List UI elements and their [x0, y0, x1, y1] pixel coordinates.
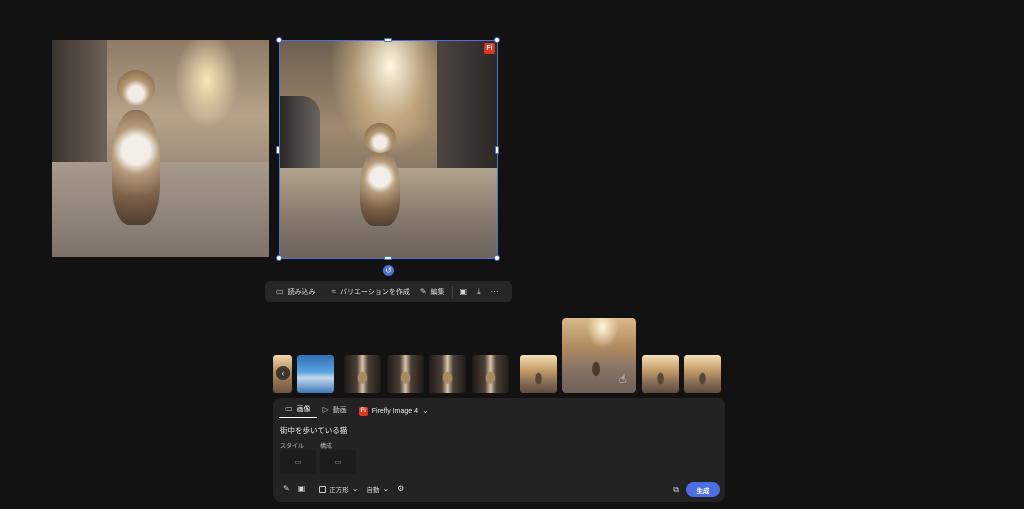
image-placeholder-icon: ▭ — [294, 459, 302, 466]
firefly-icon: Fi — [358, 406, 368, 416]
image-street — [52, 162, 269, 257]
image-cat — [112, 70, 160, 225]
generate-button[interactable]: 生成 — [686, 482, 720, 497]
rotate-icon[interactable]: ↺ — [383, 265, 394, 276]
more-options-button[interactable]: ··· — [486, 281, 504, 302]
history-thumbnail[interactable] — [684, 355, 721, 393]
tab-video-label: 動画 — [332, 406, 347, 414]
variations-icon: ≈ — [331, 286, 336, 296]
image-context-toolbar: ▭ 読み込み ≈ バリエーションを作成 ✎ 編集 ▣ ⤓ ··· — [265, 281, 512, 302]
image-settings-icon: ▣ — [297, 484, 306, 493]
chevron-left-icon[interactable]: ‹ — [276, 366, 290, 380]
advanced-settings-button[interactable]: ⚙ — [393, 485, 408, 493]
variations-label: バリエーションを作成 — [339, 288, 410, 296]
resize-handle-top[interactable] — [384, 38, 392, 42]
auto-dropdown[interactable]: 自動 ⌄ — [362, 484, 393, 495]
tab-video[interactable]: ▷ 動画 — [317, 404, 353, 418]
history-thumbnail[interactable] — [520, 355, 557, 393]
history-thumbnail[interactable] — [297, 355, 334, 393]
chevron-down-icon: ⌄ — [351, 484, 359, 493]
model-selector[interactable]: Fi Firefly Image 4 ⌄ — [358, 406, 429, 416]
resize-handle-bottom[interactable] — [384, 256, 392, 260]
image-settings-button[interactable]: ▣ — [294, 485, 310, 493]
square-icon — [319, 485, 327, 493]
brush-icon: ✎ — [283, 484, 290, 493]
chevron-down-icon: ⌄ — [422, 406, 429, 415]
brush-button[interactable]: ✎ — [279, 485, 294, 493]
generation-options: ✎ ▣ 正方形 ⌄ 自動 ⌄ ⚙ — [279, 482, 719, 496]
image-settings-button[interactable]: ▣ — [455, 281, 473, 302]
toolbar-divider — [451, 285, 453, 298]
style-reference-slot[interactable]: ▭ — [280, 450, 316, 474]
auto-label: 自動 — [366, 487, 380, 494]
history-thumbnail[interactable] — [387, 355, 424, 393]
import-label: 読み込み — [287, 288, 316, 296]
history-thumbnail[interactable] — [642, 355, 679, 393]
download-button[interactable]: ⤓ — [472, 281, 486, 302]
resize-handle-tr[interactable] — [494, 37, 500, 43]
edit-label: 編集 — [430, 288, 445, 296]
composition-reference-slot[interactable]: ▭ — [320, 450, 356, 474]
video-icon: ▷ — [322, 404, 329, 414]
model-name: Firefly Image 4 — [371, 407, 419, 415]
history-thumbnail[interactable] — [429, 355, 466, 393]
create-variations-button[interactable]: ≈ バリエーションを作成 — [327, 281, 415, 302]
resize-handle-left[interactable] — [276, 146, 280, 154]
chevron-down-icon: ⌄ — [382, 484, 390, 493]
prompt-input[interactable]: 街中を歩いている猫 — [280, 425, 347, 436]
resize-handle-tl[interactable] — [276, 37, 282, 43]
composition-reference-label: 構成 — [320, 444, 333, 450]
tab-image[interactable]: ▭ 画像 — [279, 404, 317, 418]
import-button[interactable]: ▭ 読み込み — [271, 281, 321, 302]
resize-handle-br[interactable] — [494, 255, 500, 261]
credits-icon[interactable]: ⧉ — [673, 485, 679, 495]
image-icon: ▣ — [459, 286, 468, 296]
resize-handle-right[interactable] — [495, 146, 499, 154]
image-import-icon: ▭ — [276, 286, 284, 296]
firefly-badge-icon: Fi — [484, 43, 495, 54]
hand-cursor-icon: ☝ — [619, 372, 627, 386]
generation-panel: ▭ 画像 ▷ 動画 Fi Firefly Image 4 ⌄ 街中を歩いている猫… — [273, 398, 725, 502]
download-icon: ⤓ — [477, 286, 481, 296]
pencil-icon: ✎ — [419, 286, 427, 296]
sliders-icon: ⚙ — [397, 484, 405, 493]
selection-frame — [279, 40, 498, 259]
aspect-ratio-dropdown[interactable]: 正方形 ⌄ — [315, 484, 362, 494]
history-thumbnail[interactable] — [344, 355, 381, 393]
tab-image-label: 画像 — [296, 406, 311, 413]
more-icon: ··· — [490, 286, 499, 296]
image-icon: ▭ — [285, 404, 293, 413]
style-reference-label: スタイル — [280, 444, 305, 450]
aspect-ratio-label: 正方形 — [329, 487, 349, 494]
history-thumbnail[interactable] — [472, 355, 509, 393]
media-tabs: ▭ 画像 ▷ 動画 Fi Firefly Image 4 ⌄ — [279, 404, 429, 418]
resize-handle-bl[interactable] — [276, 255, 282, 261]
image-placeholder-icon: ▭ — [334, 459, 342, 466]
image-building — [52, 40, 107, 170]
generated-image-1[interactable] — [52, 40, 269, 257]
edit-button[interactable]: ✎ 編集 — [415, 281, 450, 302]
